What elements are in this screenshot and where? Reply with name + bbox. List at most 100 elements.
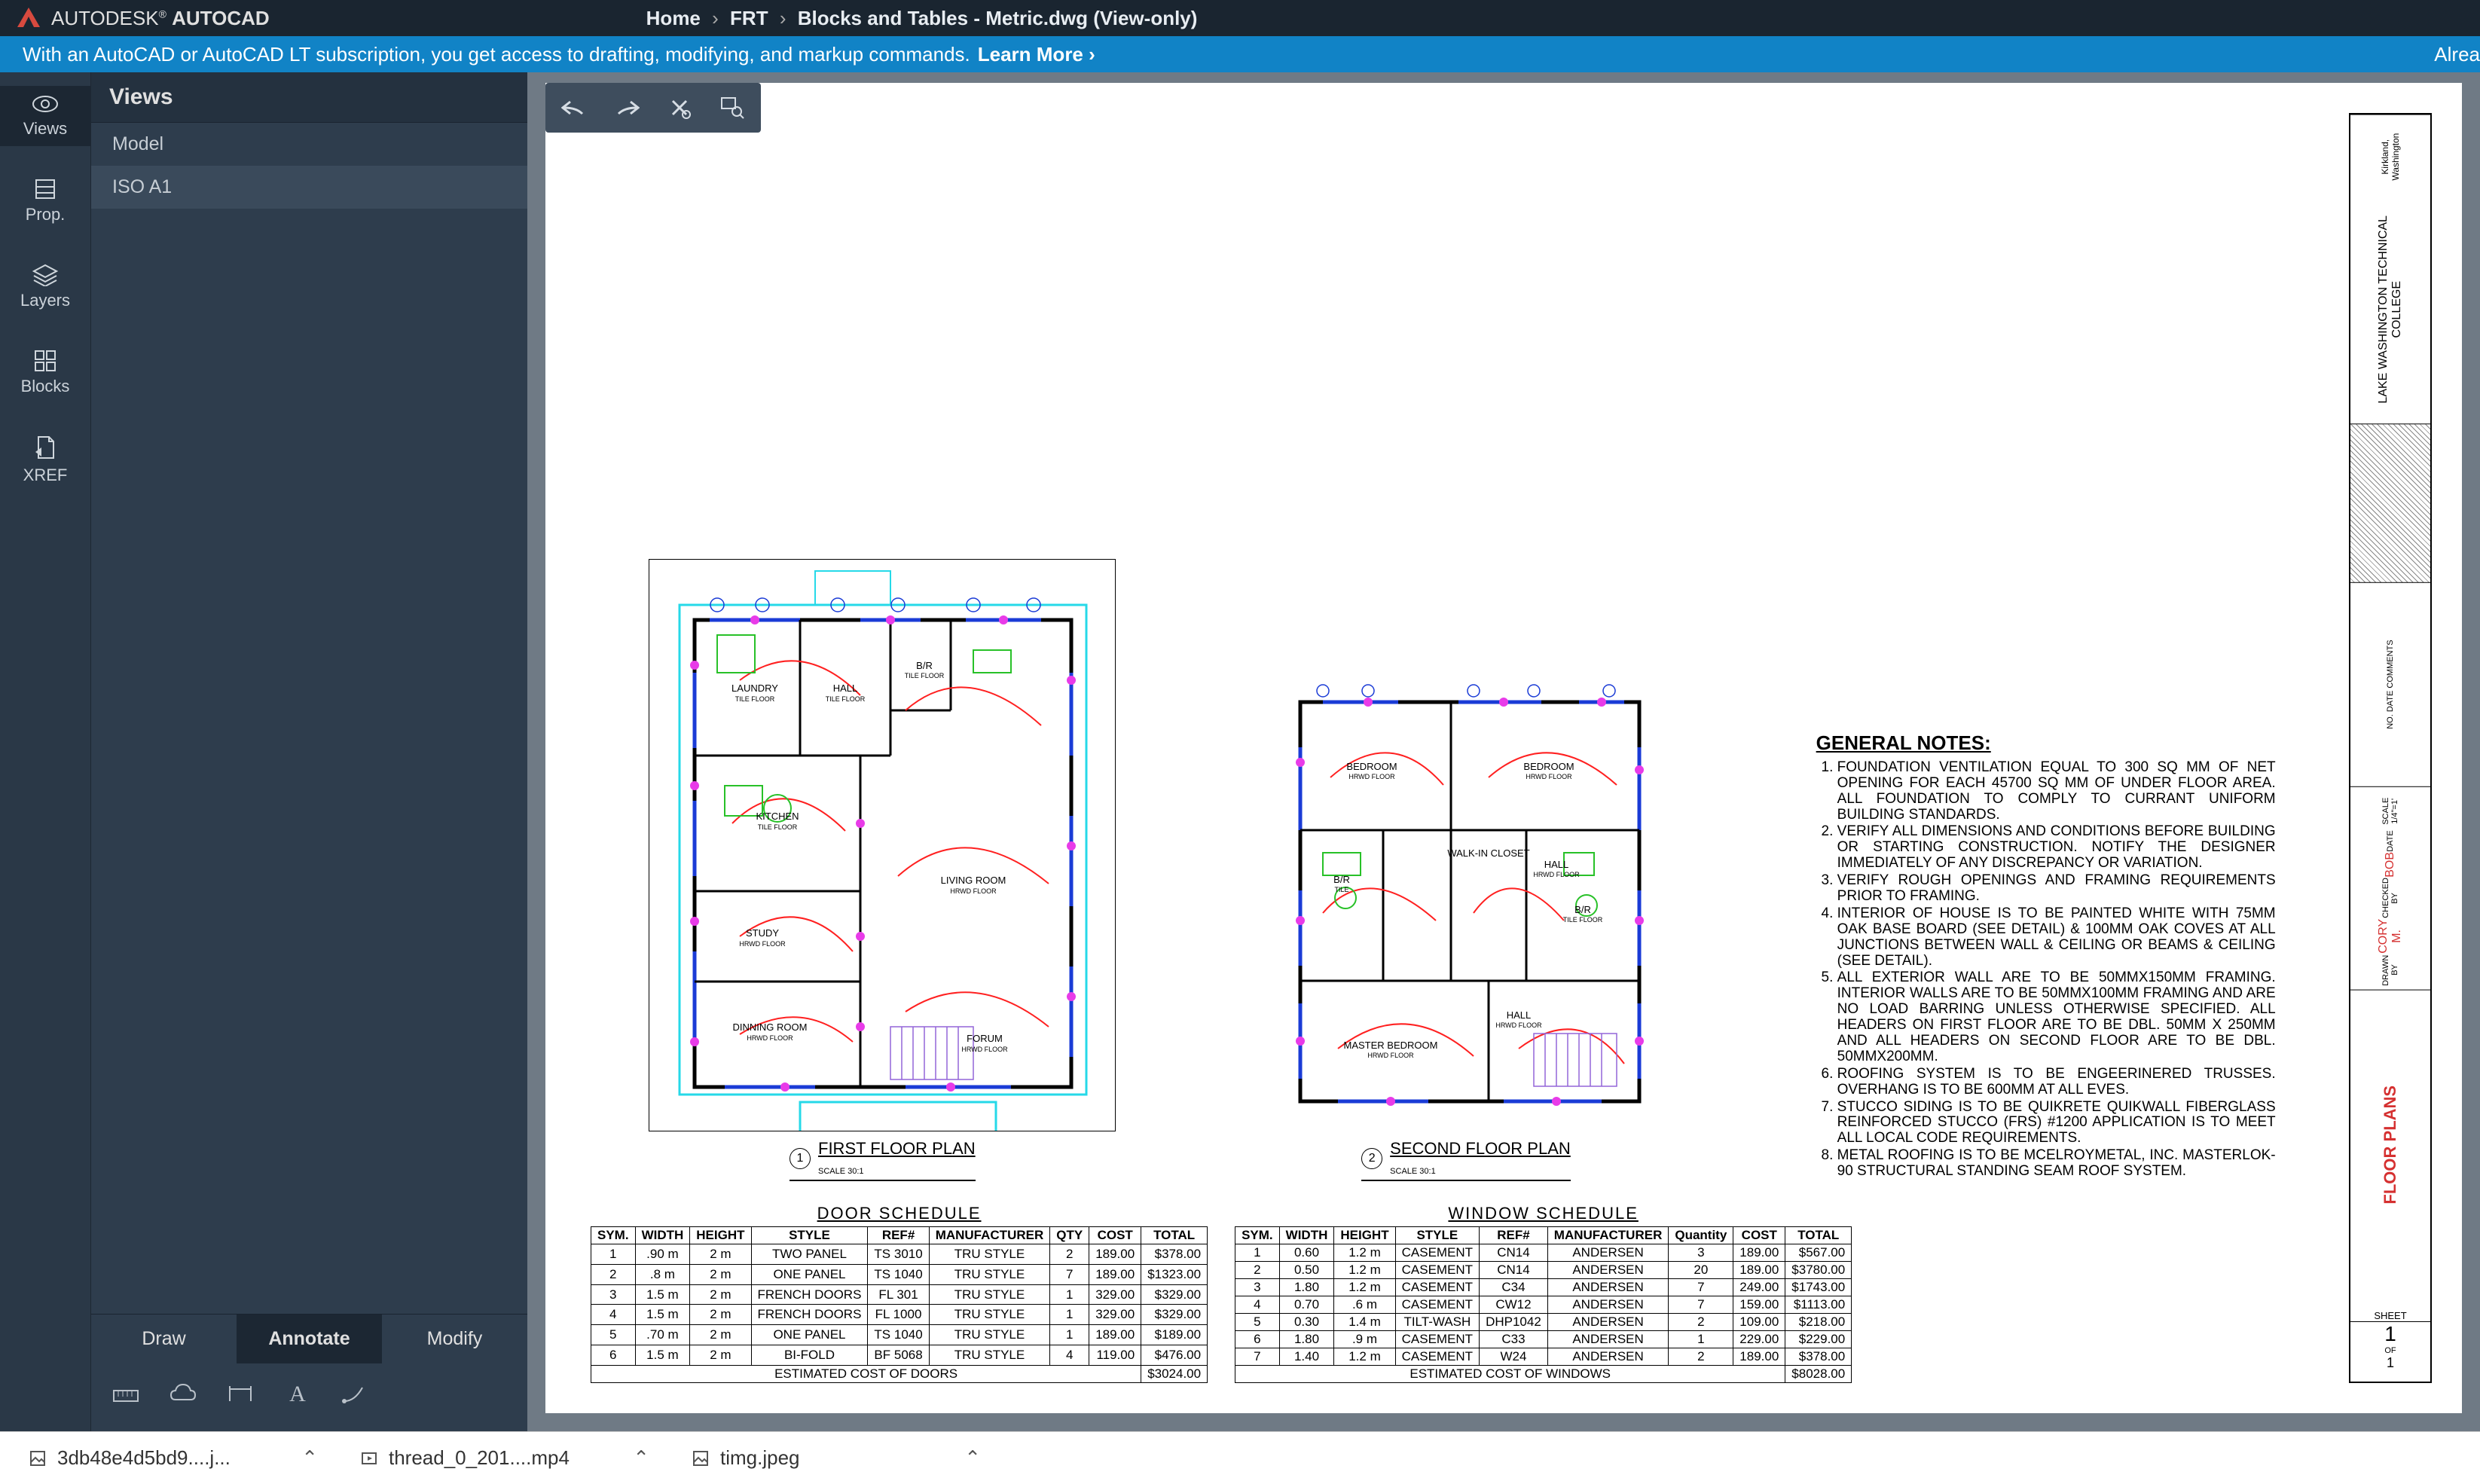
brand-autodesk: AUTODESK® AUTOCAD [51,7,270,30]
chevron-up-icon: ⌃ [964,1446,981,1470]
nav-xref[interactable]: XREF [0,428,90,493]
task-file-2[interactable]: thread_0_201....mp4 ⌃ [347,1440,663,1476]
svg-text:HALL: HALL [1507,1009,1532,1021]
svg-text:HRWD FLOOR: HRWD FLOOR [951,887,997,895]
svg-text:BEDROOM: BEDROOM [1523,761,1574,772]
tb-hatch [2350,423,2430,582]
panel-title: Views [91,72,527,123]
nav-blocks[interactable]: Blocks [0,342,90,404]
title-block: LAKE WASHINGTON TECHNICAL COLLEGE Kirkla… [2349,113,2432,1383]
erase-button[interactable] [655,87,704,128]
svg-text:TILE FLOOR: TILE FLOOR [826,695,866,703]
blocks-icon [34,350,57,372]
views-panel: Views Model ISO A1 Draw Annotate Modify … [90,72,527,1431]
nav-rail: Views Prop. Layers Blocks XREF [0,72,90,1431]
svg-text:B/R: B/R [1574,904,1591,915]
svg-text:TILE FLOOR: TILE FLOOR [1563,916,1603,924]
svg-text:HRWD FLOOR: HRWD FLOOR [1533,871,1580,878]
dimension-icon[interactable] [225,1379,255,1409]
general-notes: GENERAL NOTES: FOUNDATION VENTILATION EQ… [1816,732,2276,1181]
nav-properties[interactable]: Prop. [0,170,90,232]
breadcrumb-folder[interactable]: FRT [730,7,768,29]
svg-text:HRWD FLOOR: HRWD FLOOR [1348,773,1395,780]
tb-revisions: NO. DATE COMMENTS [2350,582,2430,786]
image-file-icon [29,1449,47,1467]
svg-text:B/R: B/R [1333,874,1350,885]
svg-text:HRWD FLOOR: HRWD FLOOR [740,940,786,948]
announcement-text: With an AutoCAD or AutoCAD LT subscripti… [23,43,970,66]
image-file-icon [692,1449,710,1467]
task-file-1[interactable]: 3db48e4d5bd9....j... ⌃ [15,1440,331,1476]
svg-text:DINNING ROOM: DINNING ROOM [733,1021,808,1033]
leader-icon[interactable] [340,1379,370,1409]
tab-modify[interactable]: Modify [382,1315,527,1363]
cloud-icon[interactable] [168,1379,198,1409]
taskbar: 3db48e4d5bd9....j... ⌃ thread_0_201....m… [0,1431,2480,1484]
nav-layers[interactable]: Layers [0,256,90,318]
svg-text:LAUNDRY: LAUNDRY [731,682,778,694]
tb-sheet: SHEET 1 OF 1 [2350,1299,2430,1382]
second-floor-title: 2 SECOND FLOOR PLANSCALE 30:1 [1361,1139,1571,1181]
svg-text:HRWD FLOOR: HRWD FLOOR [1367,1052,1414,1059]
svg-text:TILE FLOOR: TILE FLOOR [905,672,945,679]
tool-row: A [91,1363,527,1431]
second-floor-plan: BEDROOM HRWD FLOOR BEDROOM HRWD FLOOR WA… [1278,679,1654,1131]
svg-text:A: A [289,1382,306,1406]
xref-icon [34,435,57,461]
window-schedule-table: WINDOW SCHEDULE SYM.WIDTHHEIGHTSTYLEREF#… [1235,1204,1852,1383]
first-floor-title: 1 FIRST FLOOR PLANSCALE 30:1 [790,1139,976,1181]
breadcrumb-home[interactable]: Home [646,7,701,29]
breadcrumb-file[interactable]: Blocks and Tables - Metric.dwg (View-onl… [798,7,1198,29]
svg-text:TILE: TILE [1334,886,1348,893]
redo-button[interactable] [603,87,651,128]
tb-college: LAKE WASHINGTON TECHNICAL COLLEGE Kirkla… [2350,115,2430,423]
door-schedule-table: DOOR SCHEDULE SYM.WIDTHHEIGHTSTYLEREF#MA… [591,1204,1208,1383]
svg-text:B/R: B/R [916,660,933,671]
svg-text:BEDROOM: BEDROOM [1346,761,1397,772]
svg-text:HALL: HALL [1544,859,1569,870]
properties-icon [34,178,57,200]
svg-text:TILE FLOOR: TILE FLOOR [735,695,775,703]
svg-text:HRWD FLOOR: HRWD FLOOR [747,1034,794,1042]
canvas-toolbar [545,83,761,133]
first-floor-plan: LAUNDRY TILE FLOOR HALL TILE FLOOR B/R T… [649,559,1116,1131]
already-text: Alrea [2434,43,2480,66]
view-isoa1[interactable]: ISO A1 [91,166,527,209]
tool-tabs: Draw Annotate Modify [91,1314,527,1363]
svg-text:MASTER BEDROOM: MASTER BEDROOM [1344,1040,1438,1051]
breadcrumb: Home › FRT › Blocks and Tables - Metric.… [646,7,1198,30]
text-icon[interactable]: A [283,1379,313,1409]
announcement-bar: With an AutoCAD or AutoCAD LT subscripti… [0,36,2480,72]
svg-text:WALK-IN CLOSET: WALK-IN CLOSET [1447,847,1529,859]
task-file-3[interactable]: timg.jpeg ⌃ [678,1440,994,1476]
autodesk-logo-icon [15,5,42,32]
chevron-up-icon: ⌃ [633,1446,649,1470]
canvas-area[interactable]: LAUNDRY TILE FLOOR HALL TILE FLOOR B/R T… [527,72,2480,1431]
svg-text:FORUM: FORUM [967,1033,1003,1044]
app-logo: AUTODESK® AUTOCAD [15,5,270,32]
svg-text:KITCHEN: KITCHEN [756,811,799,822]
svg-text:HRWD FLOOR: HRWD FLOOR [1526,773,1572,780]
tb-plan-name: FLOOR PLANS [2350,990,2430,1299]
svg-text:HRWD FLOOR: HRWD FLOOR [962,1046,1009,1053]
ruler-icon[interactable] [111,1379,141,1409]
tab-draw[interactable]: Draw [91,1315,237,1363]
tab-annotate[interactable]: Annotate [237,1315,382,1363]
chevron-up-icon: ⌃ [301,1446,318,1470]
zoom-window-button[interactable] [708,87,756,128]
layers-icon [32,264,58,286]
nav-views[interactable]: Views [0,86,90,146]
video-file-icon [360,1449,378,1467]
svg-text:TILE FLOOR: TILE FLOOR [758,823,798,831]
learn-more-link[interactable]: Learn More › [978,43,1095,66]
eye-icon [32,93,59,115]
tb-drawn: DRAWN BY CORY M.CHECKED BY BOBDATESCALE … [2350,786,2430,991]
view-model[interactable]: Model [91,123,527,166]
svg-text:LIVING ROOM: LIVING ROOM [941,875,1006,886]
drawing-sheet: LAUNDRY TILE FLOOR HALL TILE FLOOR B/R T… [545,83,2462,1413]
topbar: AUTODESK® AUTOCAD Home › FRT › Blocks an… [0,0,2480,36]
svg-text:STUDY: STUDY [746,927,779,939]
svg-text:HRWD FLOOR: HRWD FLOOR [1495,1021,1542,1029]
undo-button[interactable] [550,87,598,128]
main-area: Views Prop. Layers Blocks XREF Views Mod… [0,72,2480,1431]
